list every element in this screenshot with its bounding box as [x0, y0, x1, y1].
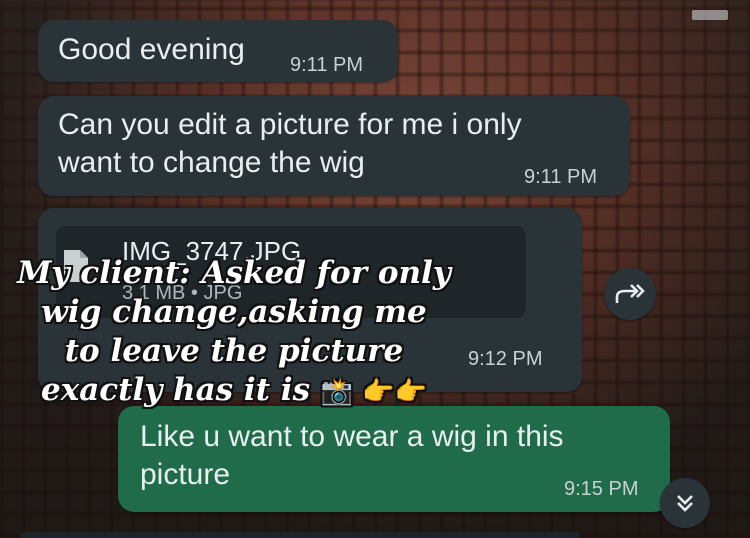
scroll-down-button[interactable] [660, 478, 710, 528]
corner-watermark [692, 10, 728, 20]
meme-caption: My client: Asked for only wig change,ask… [14, 254, 454, 412]
message-bubble-incoming[interactable]: Good evening 9:11 PM [38, 20, 398, 82]
message-text-line: picture [140, 458, 231, 491]
message-time: 9:11 PM [524, 166, 597, 188]
message-time: 9:12 PM [468, 348, 543, 370]
camera-pointing-emoji: 📸 👉👉 [320, 377, 428, 407]
message-bubble-incoming[interactable]: Can you edit a picture for me i only wan… [38, 96, 630, 196]
message-text-line: Can you edit a picture for me i only [58, 108, 522, 141]
message-time: 9:15 PM [564, 478, 639, 500]
composer-bar-edge [20, 532, 580, 538]
chevron-double-down-icon [677, 495, 693, 512]
caption-line: exactly has it is [40, 372, 311, 408]
message-text-line: Like u want to wear a wig in this [140, 420, 564, 453]
message-text-line: want to change the wig [58, 146, 365, 179]
caption-line: wig change,asking me [41, 294, 427, 330]
caption-line-with-emoji: exactly has it is 📸 👉👉 [14, 371, 454, 412]
message-bubble-outgoing[interactable]: Like u want to wear a wig in this pictur… [118, 406, 670, 512]
caption-line: to leave the picture [64, 333, 404, 369]
message-time: 9:11 PM [290, 54, 363, 76]
forward-icon [615, 284, 645, 303]
caption-line: My client: Asked for only [17, 255, 451, 291]
forward-button[interactable] [604, 268, 656, 320]
message-text: Good evening [58, 33, 245, 66]
